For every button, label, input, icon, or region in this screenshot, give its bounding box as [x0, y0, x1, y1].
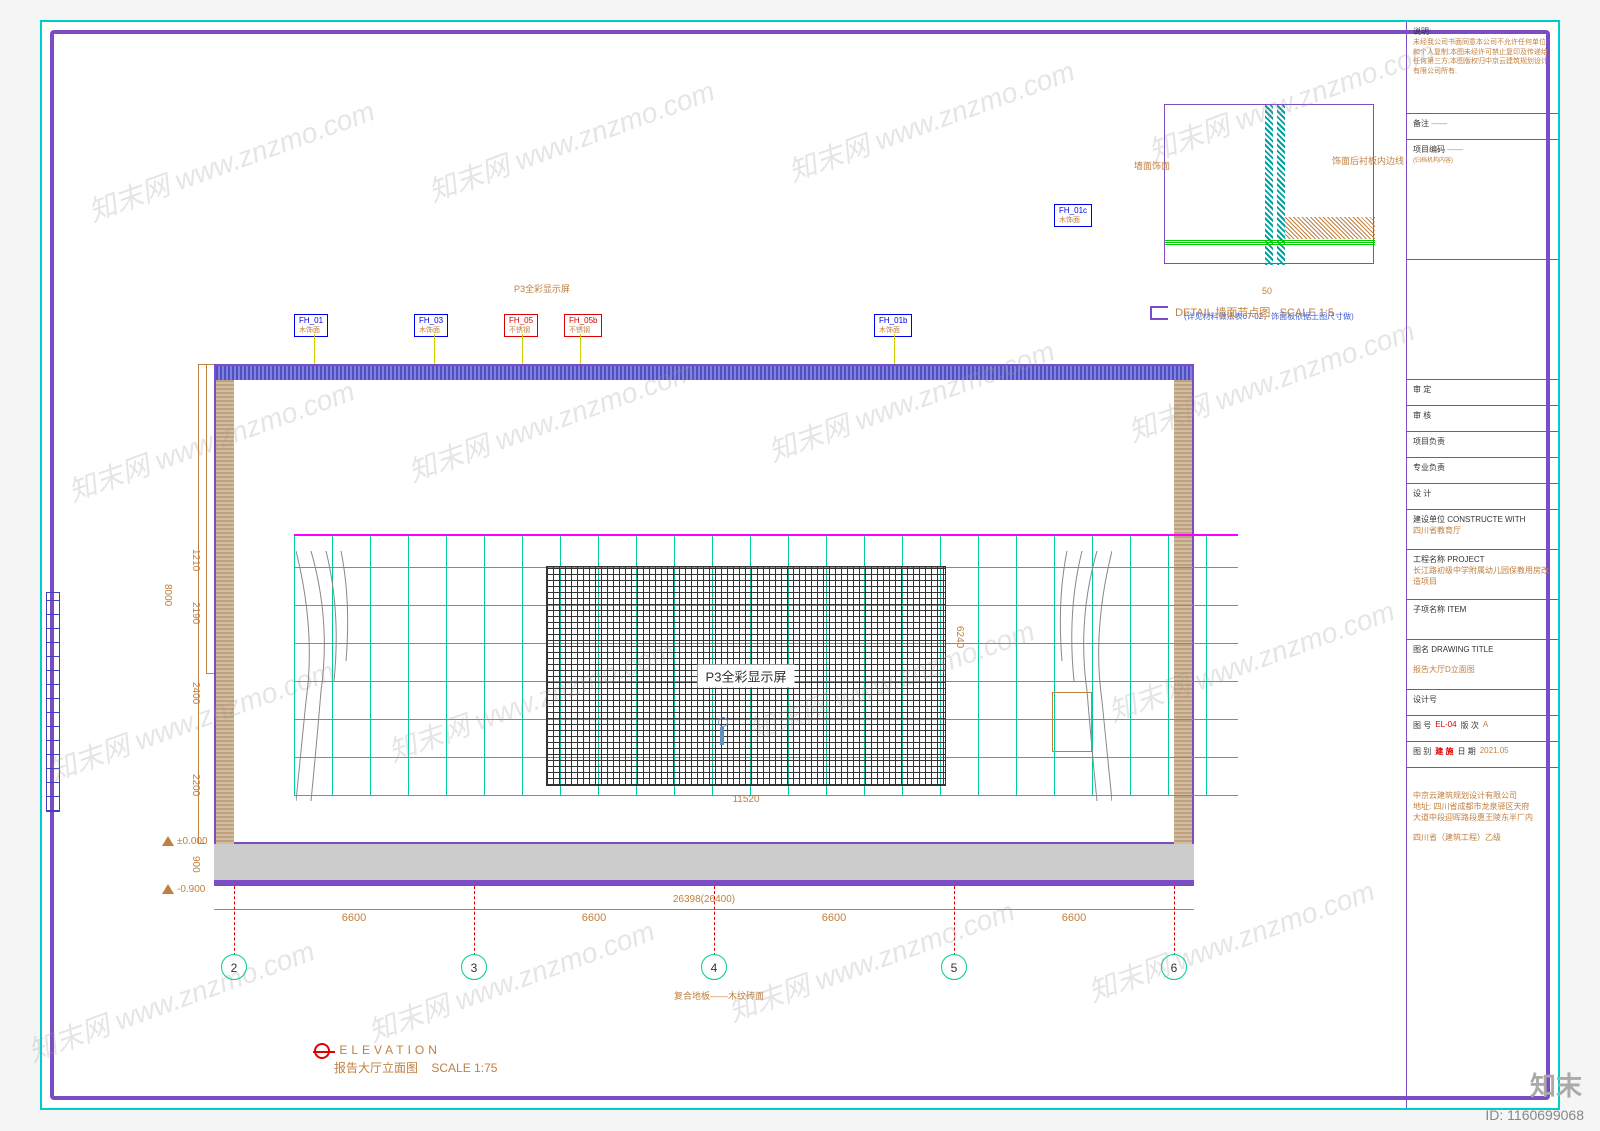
detail-label-wall: 墙面饰面 [1134, 159, 1170, 172]
drawing-sheet: 说明: 未经我公司书面同意本公司不允许任何单位和个人复制;本图未经许可禁止复印及… [40, 20, 1560, 1110]
person-figure [716, 717, 728, 747]
notice-label: 说明: [1413, 27, 1431, 36]
design-row: 设 计 [1407, 484, 1558, 510]
dim-v-0: 1210 [190, 549, 201, 571]
axis-bubble-2: 2 [221, 954, 247, 980]
axis-span-2: 6600 [714, 912, 954, 924]
notice-text: 未经我公司书面同意本公司不允许任何单位和个人复制;本图未经许可禁止复印及传递给任… [1413, 39, 1548, 75]
ceiling-band [216, 366, 1192, 380]
datum-mark-icon-2 [162, 884, 174, 894]
review-row: 审 核 [1407, 406, 1558, 432]
elevation-view: P3全彩显示屏 11520 6240 8000 1210 [154, 364, 1214, 944]
logo-space [1407, 260, 1558, 380]
site-logo: 知末 [1530, 1066, 1582, 1103]
screen-top-note: P3全彩显示屏 [514, 282, 570, 295]
callout-3: FH_05不锈钢 [504, 314, 538, 337]
dim-floor: 900 [190, 856, 201, 873]
axis-bubble-6: 6 [1161, 954, 1187, 980]
callout-3b: FH_05b不锈钢 [564, 314, 602, 337]
title-block: 说明: 未经我公司书面同意本公司不允许任何单位和个人复制;本图未经许可禁止复印及… [1406, 22, 1558, 1108]
screen-label: P3全彩显示屏 [698, 665, 795, 688]
axis-bubble-4: 4 [701, 954, 727, 980]
detail-callout: FH_01c 木饰面 [1054, 204, 1092, 227]
discipline-row: 专业负责 [1407, 458, 1558, 484]
pm-row: 项目负责 [1407, 432, 1558, 458]
elevation-title: ELEVATION 报告大厅立面图 SCALE 1:75 [314, 1043, 497, 1076]
approve-row: 审 定 [1407, 380, 1558, 406]
datum-mark-icon [162, 836, 174, 846]
column-left [216, 380, 234, 846]
detail-frame [1164, 104, 1374, 264]
drawing-area: 墙面饰面 饰面后衬板内边线 50 (详见材料做法表07-02，饰面板依据上图尺寸… [54, 34, 1394, 1096]
dim-v-1: 2190 [190, 602, 201, 624]
remark-row: 备注 —— [1407, 114, 1558, 140]
callout-1: FH_01木饰面 [294, 314, 328, 337]
callout-2: FH_03木饰面 [414, 314, 448, 337]
elevation-symbol-icon [314, 1043, 330, 1059]
curtain-right [1032, 551, 1112, 801]
datum-neg: -0.900 [162, 884, 205, 895]
axis-bubble-5: 5 [941, 954, 967, 980]
stage-floor [214, 844, 1194, 880]
datum-0: ±0.000 [162, 836, 208, 847]
detail-base [1165, 239, 1375, 245]
design-no-row: 设计号 [1407, 690, 1558, 716]
client-row: 建设单位 CONSTRUCTE WITH 四川省教育厅 [1407, 510, 1558, 550]
image-id: ID: 1160699068 [1485, 1107, 1584, 1123]
notice-box: 说明: 未经我公司书面同意本公司不允许任何单位和个人复制;本图未经许可禁止复印及… [1407, 22, 1558, 114]
axis-dim-line [214, 909, 1194, 910]
detail-view: 墙面饰面 饰面后衬板内边线 50 (详见材料做法表07-02，饰面板依据上图尺寸… [1114, 104, 1374, 294]
detail-title-icon [1150, 306, 1168, 320]
dim-v-3: 2200 [190, 774, 201, 796]
curtain-left [296, 551, 376, 801]
elevation-frame: P3全彩显示屏 11520 6240 [214, 364, 1194, 844]
floor-edge [214, 880, 1194, 886]
dim-bracket-inner [206, 364, 214, 674]
sheet-no-row: 图 号 EL-04 版 次 A [1407, 716, 1558, 742]
axis-span-1: 6600 [474, 912, 714, 924]
axis-span-3: 6600 [954, 912, 1194, 924]
scale-ruler [46, 592, 60, 812]
total-width-dim: 26398(26400) [214, 894, 1194, 905]
dim-total-h: 8000 [162, 584, 173, 606]
category-row: 图 别 建 施 日 期 2021.05 [1407, 742, 1558, 768]
dim-v-2: 2400 [190, 682, 201, 704]
project-code-row: 项目编码 —— (归档机构内容) [1407, 140, 1558, 260]
detail-dim-50: 50 [1262, 286, 1272, 296]
axis-bubble-3: 3 [461, 954, 487, 980]
axis-span-0: 6600 [234, 912, 474, 924]
project-row: 工程名称 PROJECT 长江路初级中学附属幼儿园保教用房改造项目 [1407, 550, 1558, 600]
detail-hatch [1285, 217, 1375, 239]
company-row: 中京云建筑规划设计有限公司 地址: 四川省成都市龙泉驿区天府 大道中段迎晖路段惠… [1407, 768, 1558, 878]
cabinet [1052, 692, 1092, 752]
screen-height-dim: 6240 [954, 626, 965, 648]
floor-note: 复合地板——木纹砖面 [674, 989, 764, 1002]
item-row: 子项名称 ITEM [1407, 600, 1558, 640]
led-screen: P3全彩显示屏 [546, 566, 946, 786]
screen-width-dim: 11520 [646, 794, 846, 805]
detail-label-panel: 饰面后衬板内边线 [1332, 154, 1404, 167]
detail-title: DETAIL 墙面节点图 SCALE 1:5 [1150, 304, 1334, 320]
drawing-title-row: 图名 DRAWING TITLE 报告大厅D立面图 [1407, 640, 1558, 690]
